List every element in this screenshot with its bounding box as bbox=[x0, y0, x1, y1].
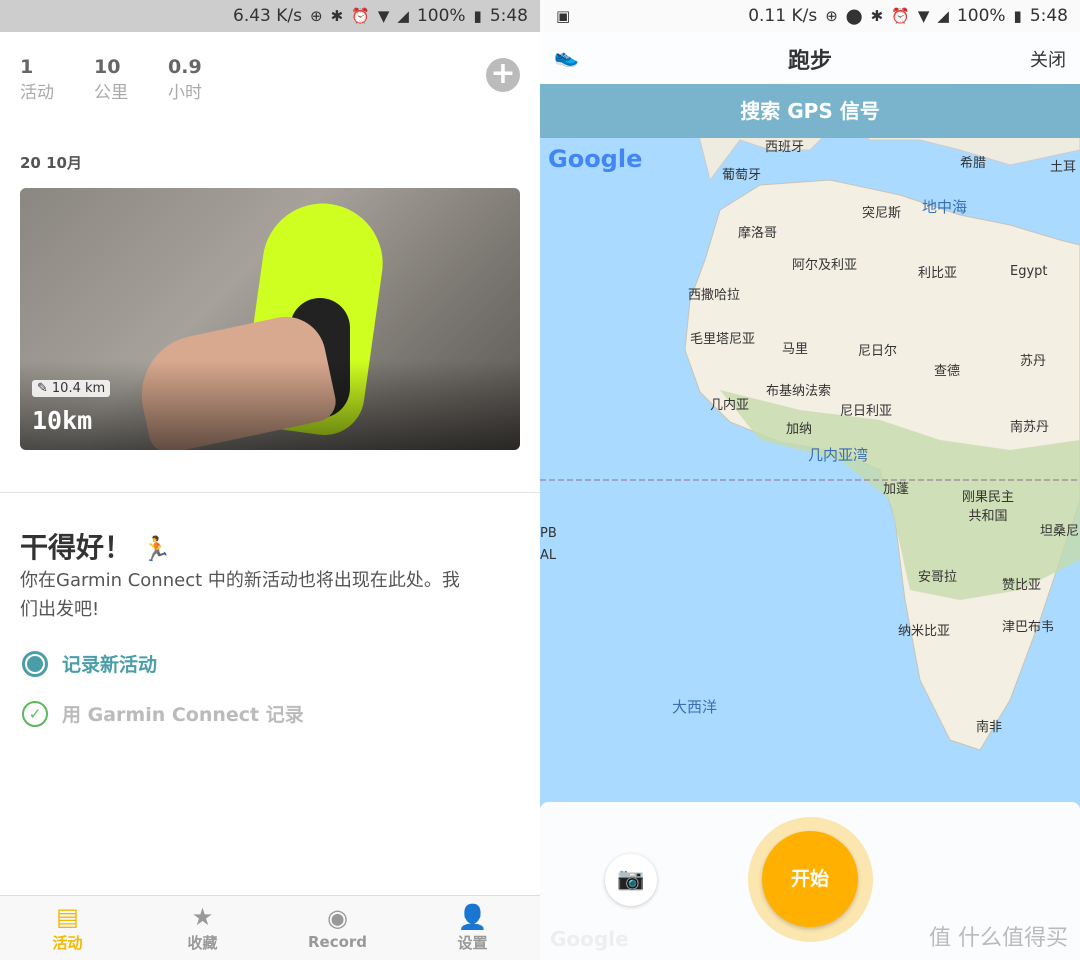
alarm-icon: ⏰ bbox=[351, 7, 370, 25]
map-label: AL bbox=[540, 548, 557, 563]
camera-icon: 📷 bbox=[617, 867, 645, 892]
map-label: 利比亚 bbox=[918, 266, 958, 281]
status-bar: ▣ 0.11 K/s ⊕ ⬤ ✱ ⏰ ▼ ◢ 100% ▮ 5:48 bbox=[540, 0, 1080, 32]
map-label: 尼日利亚 bbox=[840, 404, 893, 419]
map-label: 葡萄牙 bbox=[722, 168, 762, 183]
tab-record[interactable]: ◉ Record bbox=[270, 896, 405, 960]
activity-type-title: 跑步 bbox=[787, 49, 832, 74]
battery-icon: ▮ bbox=[473, 7, 482, 25]
summary-stats: 1 活动 10 公里 0.9 小时 bbox=[20, 56, 202, 103]
bottom-nav: ▤ 活动 ★ 收藏 ◉ Record 👤 设置 bbox=[0, 895, 540, 960]
battery-icon: ▮ bbox=[1013, 7, 1022, 25]
step-record-new[interactable]: 记录新活动 bbox=[22, 650, 157, 677]
record-icon: ◉ bbox=[327, 904, 348, 932]
check-icon: ✓ bbox=[22, 700, 48, 727]
person-icon: 👤 bbox=[457, 902, 488, 931]
map-label: 安哥拉 bbox=[918, 570, 958, 585]
divider bbox=[0, 492, 540, 493]
map-label: 几内亚湾 bbox=[808, 446, 869, 464]
distance-badge: ✎ 10.4 km bbox=[32, 380, 111, 397]
map-label: PB bbox=[540, 526, 557, 541]
map-label: 尼日尔 bbox=[858, 344, 898, 359]
sync-icon: ⊕ bbox=[825, 7, 838, 25]
runner-emoji-icon: 🏃 bbox=[141, 535, 172, 563]
map-label: 苏丹 bbox=[1020, 354, 1047, 369]
start-button[interactable]: 开始 bbox=[762, 831, 858, 927]
map-label: 布基纳法索 bbox=[766, 384, 832, 399]
map-label: 南非 bbox=[976, 720, 1003, 735]
clock: 5:48 bbox=[1029, 6, 1068, 26]
map-label: 纳米比亚 bbox=[898, 624, 951, 639]
current-step-icon bbox=[22, 650, 48, 677]
map-label: 大西洋 bbox=[672, 698, 718, 716]
status-bar: 6.43 K/s ⊕ ✱ ⏰ ▼ ◢ 100% ▮ 5:48 bbox=[0, 0, 540, 32]
map-label: 土耳 bbox=[1050, 160, 1077, 175]
alarm-icon: ⏰ bbox=[891, 7, 910, 25]
map-label: 毛里塔尼亚 bbox=[690, 332, 756, 347]
garmin-activities-screen: 6.43 K/s ⊕ ✱ ⏰ ▼ ◢ 100% ▮ 5:48 1 活动 10 公里 … bbox=[0, 0, 540, 960]
camera-button[interactable]: 📷 bbox=[605, 854, 657, 906]
map-label: 津巴布韦 bbox=[1002, 620, 1055, 635]
battery-level: 100% bbox=[416, 6, 466, 26]
google-watermark: Google bbox=[550, 927, 629, 951]
map-label: 地中海 bbox=[922, 198, 968, 216]
map-label: 突尼斯 bbox=[862, 206, 902, 221]
wifi-icon: ▼ bbox=[377, 7, 390, 25]
map-label: 刚果民主共和国 bbox=[961, 490, 1014, 524]
map-label: 希腊 bbox=[960, 156, 987, 171]
map-label: 摩洛哥 bbox=[738, 226, 778, 241]
congrats-description: 你在Garmin Connect 中的新活动也将出现在此处。我们出发吧! bbox=[20, 570, 460, 620]
tab-settings[interactable]: 👤 设置 bbox=[405, 896, 540, 960]
map-label: Egypt bbox=[1010, 264, 1048, 279]
location-icon: ⬤ bbox=[845, 7, 863, 25]
plus-circle-icon: + bbox=[490, 56, 516, 91]
congrats-title: 干得好！ 🏃 bbox=[20, 531, 172, 564]
net-speed: 0.11 K/s bbox=[748, 6, 818, 26]
close-button[interactable]: 关闭 bbox=[1030, 46, 1066, 72]
activity-card[interactable]: ✎ 10.4 km 10km bbox=[20, 188, 520, 450]
run-record-screen: Google 法国罗马尼亚意大利西班牙葡萄牙希腊土耳突尼斯地中海摩洛哥阿尔及利亚… bbox=[540, 0, 1080, 960]
watermark: 值 什么值得买 bbox=[929, 926, 1068, 951]
activity-title: 10km bbox=[32, 406, 93, 435]
photo-shade bbox=[20, 360, 520, 450]
signal-icon: ◢ bbox=[397, 7, 409, 25]
map-label: 几内亚 bbox=[710, 398, 750, 413]
star-icon: ★ bbox=[191, 902, 214, 931]
map-label: 加蓬 bbox=[883, 482, 910, 497]
activity-icon: ▤ bbox=[56, 902, 79, 931]
map-label: 坦桑尼 bbox=[1040, 524, 1080, 539]
gps-search-banner: 搜索 GPS 信号 bbox=[540, 84, 1080, 138]
map-label: 加纳 bbox=[786, 422, 813, 437]
bluetooth-icon: ✱ bbox=[330, 7, 344, 25]
map-label: 阿尔及利亚 bbox=[792, 258, 858, 273]
battery-level: 100% bbox=[956, 6, 1006, 26]
stat-activities: 1 活动 bbox=[20, 56, 54, 103]
stat-km: 10 公里 bbox=[94, 56, 128, 103]
wifi-icon: ▼ bbox=[917, 7, 930, 25]
map-label: 马里 bbox=[782, 342, 809, 357]
top-bar: 👟 跑步 关闭 bbox=[540, 32, 1080, 84]
date-header: 20 10月 bbox=[20, 154, 82, 172]
add-activity-button[interactable]: + bbox=[486, 58, 520, 92]
bluetooth-icon: ✱ bbox=[870, 7, 884, 25]
sync-icon: ⊕ bbox=[310, 7, 323, 25]
tab-activities[interactable]: ▤ 活动 bbox=[0, 896, 135, 960]
stat-hours: 0.9 小时 bbox=[168, 56, 202, 103]
record-controls: 📷 开始 Google 值 什么值得买 bbox=[540, 802, 1080, 960]
map-label: 西撒哈拉 bbox=[688, 288, 741, 303]
net-speed: 6.43 K/s bbox=[233, 6, 302, 26]
signal-icon: ◢ bbox=[937, 7, 949, 25]
map-label: 西班牙 bbox=[765, 140, 805, 155]
step-record-garmin[interactable]: ✓ 用 Garmin Connect 记录 bbox=[22, 700, 304, 727]
image-icon: ▣ bbox=[556, 7, 571, 25]
clock: 5:48 bbox=[489, 6, 528, 26]
shoe-icon: ✎ bbox=[37, 381, 48, 396]
tab-favorites[interactable]: ★ 收藏 bbox=[135, 896, 270, 960]
google-logo: Google bbox=[548, 145, 643, 173]
map-label: 南苏丹 bbox=[1010, 420, 1050, 435]
map-label: 赞比亚 bbox=[1002, 578, 1042, 593]
map-label: 查德 bbox=[934, 364, 961, 379]
